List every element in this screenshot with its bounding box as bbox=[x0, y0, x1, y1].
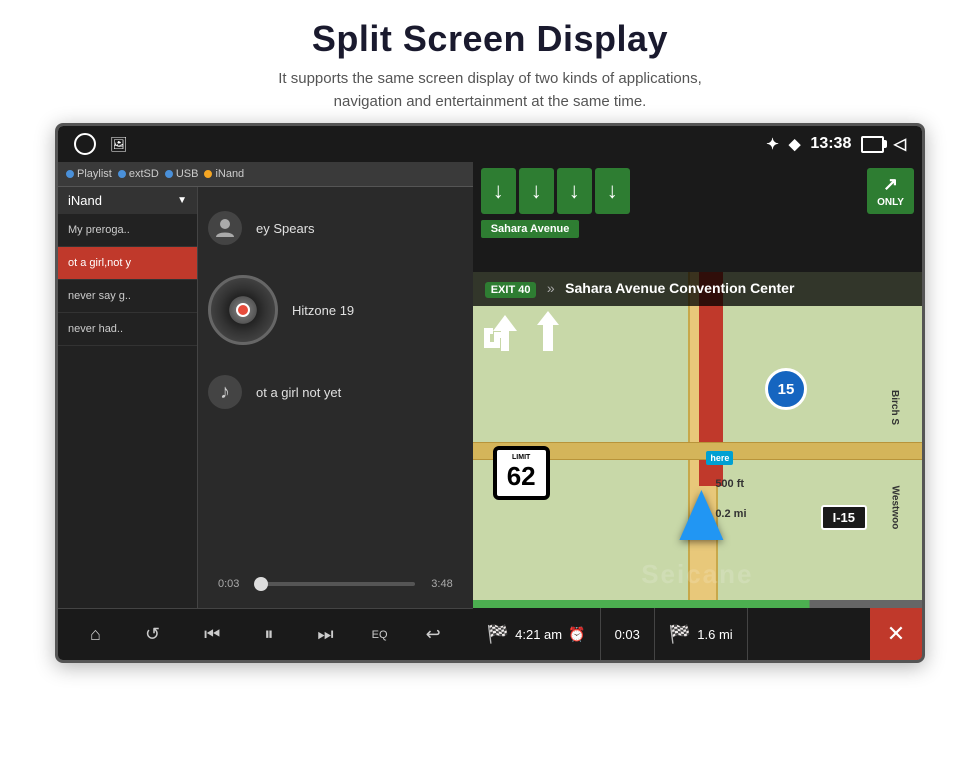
progress-bar[interactable] bbox=[256, 582, 415, 586]
disc-center bbox=[236, 303, 250, 317]
navigation-arrow bbox=[680, 490, 724, 540]
playlist-header: iNand ▼ bbox=[58, 187, 197, 214]
turn-distance-label: 500 ft bbox=[715, 478, 744, 490]
battery-icon bbox=[861, 136, 883, 153]
nav-close-button[interactable]: ✕ bbox=[870, 608, 922, 660]
here-logo: here bbox=[706, 451, 733, 465]
playlist-sidebar: iNand ▼ My preroga.. ot a girl,not y nev… bbox=[58, 187, 198, 608]
highway-badge-area: I-15 15 bbox=[821, 505, 867, 530]
back-icon: ◁ bbox=[894, 134, 906, 154]
next-button[interactable]: ⏭ bbox=[311, 618, 339, 651]
time-remaining-item: 0:03 bbox=[601, 608, 655, 660]
album-row: Hitzone 19 bbox=[208, 261, 463, 359]
arrow-right-icon: » bbox=[547, 280, 555, 296]
street-label-west: Westwoo bbox=[890, 486, 901, 530]
bluetooth-icon: ✦ bbox=[766, 135, 779, 153]
navigation-panel: Birch S Westwoo LIMIT 62 500 ft 0.2 mi h… bbox=[473, 162, 922, 660]
highway-number-badge: 15 bbox=[765, 368, 807, 410]
sahara-sign: Sahara Avenue bbox=[481, 220, 580, 238]
arrow-sign-4: ↓ bbox=[595, 168, 630, 214]
source-tab-usb[interactable]: USB bbox=[165, 168, 199, 180]
time-total: 3:48 bbox=[423, 578, 453, 590]
prev-button[interactable]: ⏮ bbox=[198, 618, 226, 651]
left-content: iNand ▼ My preroga.. ot a girl,not y nev… bbox=[58, 187, 473, 608]
progress-bar-container: 0:03 3:48 bbox=[218, 578, 453, 590]
player-main: ey Spears Hitzone 19 ♪ bbox=[198, 187, 473, 608]
page-subtitle: It supports the same screen display of t… bbox=[0, 68, 980, 113]
status-right-icons: ✦ ◆ 13:38 ◁ bbox=[766, 134, 906, 154]
flag-end-icon: 🏁 bbox=[669, 624, 691, 645]
arrow-sign-3: ↓ bbox=[557, 168, 592, 214]
playlist-item-1[interactable]: My preroga.. bbox=[58, 214, 197, 247]
transport-bar: ⌂ ↺ ⏮ ⏸ ⏭ EQ ↩ bbox=[58, 608, 473, 660]
title-row: ♪ ot a girl not yet bbox=[208, 371, 463, 413]
playlist-item-2-active[interactable]: ot a girl,not y bbox=[58, 247, 197, 280]
source-tabs: Playlist extSD USB iNand bbox=[58, 162, 473, 187]
progress-area: 0:03 3:48 bbox=[208, 570, 463, 598]
eta-item: 🏁 4:21 am ⏰ bbox=[473, 608, 601, 660]
source-tab-inand[interactable]: iNand bbox=[204, 168, 244, 180]
speed-number: 62 bbox=[507, 461, 536, 492]
track-artist: ey Spears bbox=[256, 221, 315, 236]
flag-start-icon: 🏁 bbox=[487, 624, 509, 645]
only-arrow-icon: ↗ bbox=[883, 174, 898, 195]
back-button[interactable]: ↩ bbox=[420, 618, 447, 651]
dropdown-icon[interactable]: ▼ bbox=[177, 195, 187, 206]
destination-text: Sahara Avenue Convention Center bbox=[565, 280, 794, 296]
source-tab-extsd[interactable]: extSD bbox=[118, 168, 159, 180]
street-label-birch: Birch S bbox=[889, 390, 900, 425]
track-info: ey Spears Hitzone 19 ♪ bbox=[208, 207, 463, 413]
repeat-button[interactable]: ↺ bbox=[139, 618, 166, 651]
exit-tag: EXIT 40 bbox=[485, 282, 537, 298]
clock-icon: ⏰ bbox=[568, 626, 585, 643]
playlist-item-4[interactable]: never had.. bbox=[58, 313, 197, 346]
home-circle-icon bbox=[74, 133, 96, 155]
status-left-icons: 🖼 bbox=[74, 133, 128, 155]
speed-limit-sign: LIMIT 62 bbox=[493, 446, 550, 500]
device-frame: 🖼 ✦ ◆ 13:38 ◁ Playlist bbox=[55, 123, 925, 663]
distance-remaining: 1.6 mi bbox=[697, 627, 732, 642]
album-disc-visual bbox=[208, 275, 278, 345]
artist-row: ey Spears bbox=[208, 207, 463, 249]
highway-name-label: I-15 bbox=[821, 505, 867, 530]
track-title: ot a girl not yet bbox=[256, 385, 341, 400]
eq-button[interactable]: EQ bbox=[372, 629, 388, 641]
spacer bbox=[633, 168, 864, 214]
music-note-icon: ♪ bbox=[208, 375, 242, 409]
arrow-sign-1: ↓ bbox=[481, 168, 516, 214]
track-album: Hitzone 19 bbox=[292, 303, 354, 318]
image-icon: 🖼 bbox=[110, 136, 128, 153]
arrow-sign-2: ↓ bbox=[519, 168, 554, 214]
music-player-panel: Playlist extSD USB iNand bbox=[58, 162, 473, 660]
route-progress-bar bbox=[473, 600, 922, 608]
turn-right-icon bbox=[531, 307, 565, 359]
location-icon: ◆ bbox=[789, 135, 801, 153]
page-title: Split Screen Display bbox=[0, 18, 980, 60]
nav-info-bar: 🏁 4:21 am ⏰ 0:03 🏁 1.6 mi ✕ bbox=[473, 608, 922, 660]
highway-sign-area: ↓ ↓ ↓ ↓ ↗ ONLY Sahara Avenue bbox=[473, 162, 922, 272]
album-disc bbox=[208, 275, 278, 345]
status-bar: 🖼 ✦ ◆ 13:38 ◁ bbox=[58, 126, 922, 162]
clock-time: 13:38 bbox=[810, 135, 851, 153]
progress-thumb[interactable] bbox=[254, 577, 268, 591]
exit-info-bar: EXIT 40 » Sahara Avenue Convention Cente… bbox=[473, 272, 922, 306]
time-current: 0:03 bbox=[218, 578, 248, 590]
limit-label: LIMIT bbox=[507, 454, 536, 461]
nav-direction-arrow bbox=[680, 490, 724, 540]
eta-time: 4:21 am bbox=[515, 627, 562, 642]
playlist-item-3[interactable]: never say g.. bbox=[58, 280, 197, 313]
artist-icon bbox=[208, 211, 242, 245]
time-remaining: 0:03 bbox=[615, 627, 640, 642]
turn-indicators bbox=[483, 307, 565, 359]
source-tab-playlist[interactable]: Playlist bbox=[66, 168, 112, 180]
distance-item: 🏁 1.6 mi bbox=[655, 608, 748, 660]
only-sign: ↗ ONLY bbox=[867, 168, 914, 214]
home-button[interactable]: ⌂ bbox=[84, 618, 107, 651]
page-header: Split Screen Display It supports the sam… bbox=[0, 0, 980, 123]
split-screen: Playlist extSD USB iNand bbox=[58, 162, 922, 660]
only-label: ONLY bbox=[877, 197, 904, 208]
highway-arrows: ↓ ↓ ↓ ↓ ↗ ONLY bbox=[473, 162, 922, 218]
turn-left-icon bbox=[483, 307, 527, 359]
play-pause-button[interactable]: ⏸ bbox=[258, 618, 279, 651]
